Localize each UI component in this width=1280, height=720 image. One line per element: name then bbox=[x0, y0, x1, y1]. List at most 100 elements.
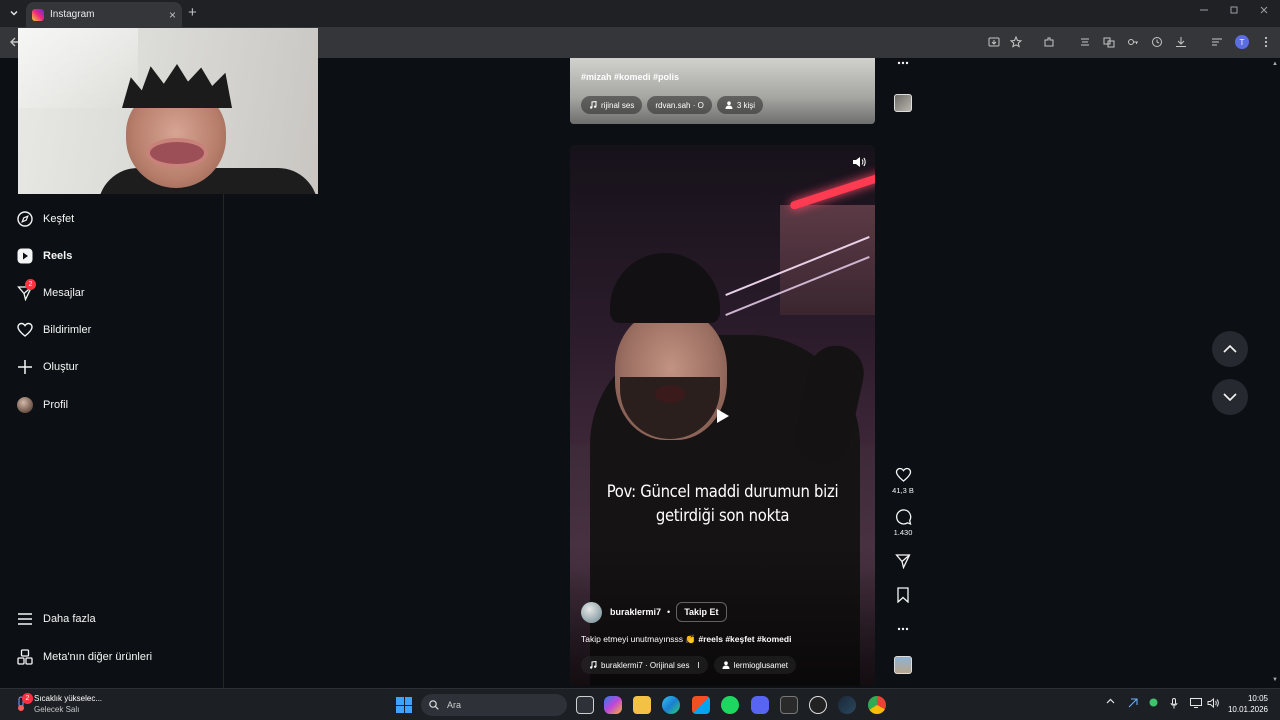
history-icon bbox=[1152, 37, 1162, 47]
scrollbar-down-arrow[interactable]: ▼ bbox=[1272, 677, 1278, 683]
translate-button[interactable] bbox=[1102, 35, 1116, 49]
reel-video[interactable]: Pov: Güncel maddi durumun bizi getirdiği… bbox=[570, 145, 875, 686]
extensions-button[interactable] bbox=[1042, 35, 1056, 49]
person-icon bbox=[722, 661, 730, 669]
minimize-window-button[interactable] bbox=[1200, 6, 1208, 14]
steam-icon[interactable] bbox=[838, 696, 856, 714]
webcam-overlay bbox=[18, 28, 318, 194]
copilot-icon[interactable] bbox=[604, 696, 622, 714]
audio-pill[interactable]: buraklermi7 · Orijinal ses I bbox=[581, 656, 708, 674]
comment-button[interactable]: 1.430 bbox=[890, 509, 916, 537]
game-app-icon[interactable] bbox=[809, 696, 827, 714]
sidebar-item-more[interactable]: Daha fazla bbox=[16, 608, 96, 630]
browser-tab-instagram[interactable]: Instagram × bbox=[26, 2, 182, 27]
scrollbar-up-arrow[interactable]: ▲ bbox=[1272, 61, 1278, 67]
install-app-button[interactable] bbox=[987, 35, 1001, 49]
caption-line-2: getirdiği son nokta bbox=[655, 506, 790, 525]
system-clock[interactable]: 10:05 10.01.2026 bbox=[1224, 693, 1268, 715]
restore-window-button[interactable] bbox=[1230, 6, 1238, 14]
sidebar-item-reels[interactable]: Reels bbox=[16, 245, 72, 267]
close-window-button[interactable] bbox=[1260, 6, 1268, 14]
play-button[interactable] bbox=[716, 408, 730, 424]
password-key-button[interactable] bbox=[1126, 35, 1140, 49]
file-explorer-icon[interactable] bbox=[633, 696, 651, 714]
sidebar-item-label: Bildirimler bbox=[43, 324, 92, 336]
audio-pill[interactable]: rijinal ses bbox=[581, 96, 643, 114]
audio-label: buraklermi7 · Orijinal ses bbox=[601, 660, 690, 670]
microphone-icon[interactable] bbox=[1170, 698, 1178, 709]
sidebar-item-notifications[interactable]: Bildirimler bbox=[16, 319, 91, 341]
reel-author-row: buraklermi7 • Takip Et bbox=[581, 601, 727, 623]
webcam-person-mouth bbox=[146, 138, 208, 168]
store-icon[interactable] bbox=[692, 696, 710, 714]
previous-reel-button[interactable] bbox=[1212, 331, 1248, 367]
like-count: 41,3 B bbox=[892, 486, 914, 495]
browser-menu-button[interactable] bbox=[1259, 35, 1273, 49]
tray-app-icon[interactable] bbox=[1128, 698, 1138, 708]
page-scrollbar[interactable] bbox=[1271, 58, 1280, 688]
sidebar-item-profile[interactable]: Profil bbox=[16, 394, 68, 416]
spotify-icon[interactable] bbox=[721, 696, 739, 714]
more-options-button[interactable] bbox=[890, 627, 916, 631]
weather-widget[interactable]: 2 Sıcaklık yükselec... Gelecek Salı bbox=[12, 693, 102, 715]
tab-close-button[interactable]: × bbox=[169, 8, 176, 22]
speaker-icon bbox=[853, 157, 866, 167]
edge-icon[interactable] bbox=[662, 696, 680, 714]
audio-thumbnail-button[interactable] bbox=[890, 656, 916, 674]
epic-games-icon[interactable] bbox=[780, 696, 798, 714]
previous-reel[interactable]: #mizah #komedi #polis rijinal ses rdvan.… bbox=[570, 58, 875, 124]
volume-icon[interactable] bbox=[1207, 698, 1219, 708]
downloads-button[interactable] bbox=[1174, 35, 1188, 49]
next-reel-button[interactable] bbox=[1212, 379, 1248, 415]
messages-icon: 2 bbox=[16, 279, 36, 302]
music-note-icon bbox=[590, 101, 597, 109]
description-hashtags[interactable]: #reels #keşfet #komedi bbox=[698, 634, 791, 644]
show-hidden-icons-button[interactable] bbox=[1106, 698, 1115, 704]
chrome-icon[interactable] bbox=[868, 696, 886, 714]
bookmark-star-button[interactable] bbox=[1009, 35, 1023, 49]
audio-label: rijinal ses bbox=[601, 100, 635, 110]
extension-button-1[interactable] bbox=[1078, 35, 1092, 49]
audio-user-pill[interactable]: rdvan.sah · O bbox=[647, 96, 712, 114]
clock-date: 10.01.2026 bbox=[1227, 705, 1268, 714]
tagged-people-pill[interactable]: 3 kişi bbox=[716, 96, 764, 114]
follow-button[interactable]: Takip Et bbox=[676, 602, 727, 622]
author-username[interactable]: buraklermi7 bbox=[610, 607, 661, 617]
search-icon bbox=[429, 700, 439, 710]
sidebar-item-explore[interactable]: Keşfet bbox=[16, 208, 74, 230]
install-icon bbox=[988, 37, 1000, 47]
share-button[interactable] bbox=[890, 553, 916, 569]
status-dot-icon[interactable] bbox=[1149, 698, 1158, 707]
sidebar-item-label: Profil bbox=[43, 399, 69, 411]
discord-icon[interactable] bbox=[751, 696, 769, 714]
music-note-icon bbox=[590, 661, 597, 669]
reel-hashtags[interactable]: #mizah #komedi #polis bbox=[581, 72, 679, 82]
mute-button[interactable] bbox=[852, 155, 866, 169]
prev-reel-more-button[interactable] bbox=[890, 61, 916, 65]
more-horizontal-icon bbox=[897, 61, 909, 65]
network-icon[interactable] bbox=[1190, 698, 1202, 708]
sidebar-item-meta-products[interactable]: Meta'nın diğer ürünleri bbox=[16, 646, 152, 668]
tagged-user-pill[interactable]: lermioglusamet bbox=[713, 656, 796, 674]
avatar bbox=[16, 396, 34, 414]
task-view-icon[interactable] bbox=[576, 696, 594, 714]
sidebar-item-messages[interactable]: 2 Mesajlar bbox=[16, 279, 85, 304]
history-button[interactable] bbox=[1150, 35, 1164, 49]
sidebar-item-create[interactable]: Oluştur bbox=[16, 356, 78, 378]
browser-profile-avatar[interactable]: T bbox=[1235, 35, 1249, 49]
avatar[interactable] bbox=[581, 601, 602, 623]
restore-icon bbox=[1230, 6, 1238, 14]
taskbar-search[interactable]: Ara bbox=[421, 694, 567, 716]
start-button[interactable] bbox=[396, 697, 412, 713]
save-button[interactable] bbox=[890, 587, 916, 603]
tab-search-button[interactable] bbox=[4, 4, 24, 22]
reading-list-icon bbox=[1212, 38, 1222, 46]
comment-count: 1.430 bbox=[893, 528, 913, 537]
audio-thumbnail-image bbox=[894, 656, 912, 674]
star-icon bbox=[1010, 36, 1022, 48]
like-button[interactable]: 41,3 B bbox=[890, 467, 916, 495]
reading-list-button[interactable] bbox=[1210, 35, 1224, 49]
new-tab-button[interactable]: + bbox=[188, 4, 197, 22]
prev-reel-audio-thumbnail[interactable] bbox=[890, 94, 916, 112]
browser-tab-bar: Instagram × + bbox=[0, 0, 1280, 27]
